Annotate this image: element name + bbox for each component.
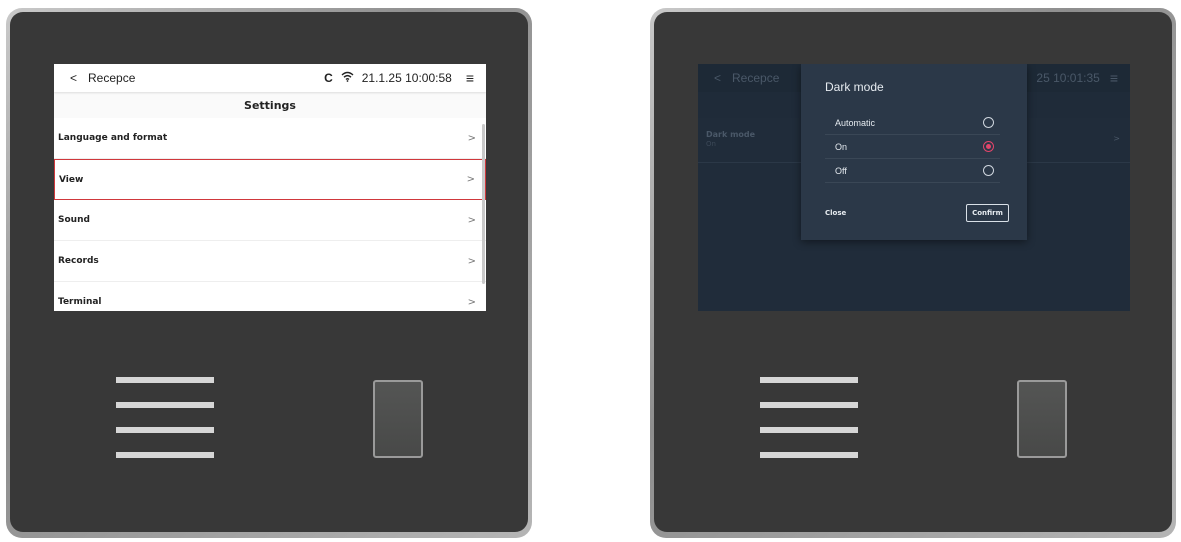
chevron-right-icon: > xyxy=(467,214,476,226)
datetime: 25 10:01:35 xyxy=(1036,71,1100,85)
card-reader xyxy=(373,380,423,458)
view-screen-dark: < Recepce 25 10:01:35 ≡ Dark mode On > D… xyxy=(698,64,1130,311)
item-label: View xyxy=(59,174,84,185)
device-right: < Recepce 25 10:01:35 ≡ Dark mode On > D… xyxy=(650,8,1176,538)
back-icon[interactable]: < xyxy=(70,71,84,85)
header-title: Recepce xyxy=(88,71,136,85)
speaker-slot xyxy=(116,402,214,408)
top-bar: < Recepce C 21.1.25 10:00:58 ≡ xyxy=(54,64,486,92)
chevron-right-icon: > xyxy=(466,174,475,185)
item-label: Records xyxy=(58,256,99,266)
option-label: Off xyxy=(835,165,847,176)
confirm-button[interactable]: Confirm xyxy=(966,204,1009,222)
radio-group: Automatic On Off xyxy=(825,111,1000,183)
chevron-right-icon: > xyxy=(467,132,476,144)
dialog-title: Dark mode xyxy=(825,80,884,94)
speaker-slot xyxy=(760,452,858,458)
speaker-slot xyxy=(760,402,858,408)
settings-item-language[interactable]: Language and format > xyxy=(54,118,486,159)
chevron-right-icon: > xyxy=(467,296,476,308)
speaker-slot xyxy=(116,427,214,433)
speaker-slot xyxy=(760,427,858,433)
settings-item-records[interactable]: Records > xyxy=(54,241,486,282)
chevron-right-icon: > xyxy=(1113,134,1120,143)
option-label: On xyxy=(835,141,848,152)
option-on[interactable]: On xyxy=(825,135,1000,159)
close-button[interactable]: Close xyxy=(825,209,846,217)
radio-button-checked-icon[interactable] xyxy=(983,141,994,152)
datetime: 21.1.25 10:00:58 xyxy=(361,71,452,85)
speaker-slot xyxy=(116,377,214,383)
back-icon[interactable]: < xyxy=(714,71,728,85)
scrollbar[interactable] xyxy=(482,124,485,284)
option-label: Automatic xyxy=(835,117,876,128)
dark-mode-dialog: Dark mode Automatic On Off Close Confirm xyxy=(801,64,1027,240)
speaker-slot xyxy=(116,452,214,458)
radio-button-icon[interactable] xyxy=(983,165,994,176)
item-label: Sound xyxy=(58,215,90,225)
settings-screen: < Recepce C 21.1.25 10:00:58 ≡ Settings … xyxy=(54,64,486,311)
device-left: < Recepce C 21.1.25 10:00:58 ≡ Settings … xyxy=(6,8,532,538)
radio-button-icon[interactable] xyxy=(983,117,994,128)
device-body: < Recepce C 21.1.25 10:00:58 ≡ Settings … xyxy=(10,12,528,532)
device-body: < Recepce 25 10:01:35 ≡ Dark mode On > D… xyxy=(654,12,1172,532)
refresh-icon[interactable]: C xyxy=(324,71,333,85)
settings-item-sound[interactable]: Sound > xyxy=(54,200,486,241)
page-title: Settings xyxy=(54,92,486,118)
settings-item-view[interactable]: View > xyxy=(54,159,486,200)
card-reader xyxy=(1017,380,1067,458)
wifi-icon xyxy=(341,71,354,85)
item-label: Terminal xyxy=(58,297,102,307)
option-off[interactable]: Off xyxy=(825,159,1000,183)
speaker-grille xyxy=(116,377,214,477)
menu-icon[interactable]: ≡ xyxy=(466,70,474,86)
chevron-right-icon: > xyxy=(467,255,476,267)
speaker-slot xyxy=(760,377,858,383)
menu-icon[interactable]: ≡ xyxy=(1110,70,1118,86)
settings-item-terminal[interactable]: Terminal > xyxy=(54,282,486,311)
speaker-grille xyxy=(760,377,858,477)
option-automatic[interactable]: Automatic xyxy=(825,111,1000,135)
item-label: Language and format xyxy=(58,133,168,143)
